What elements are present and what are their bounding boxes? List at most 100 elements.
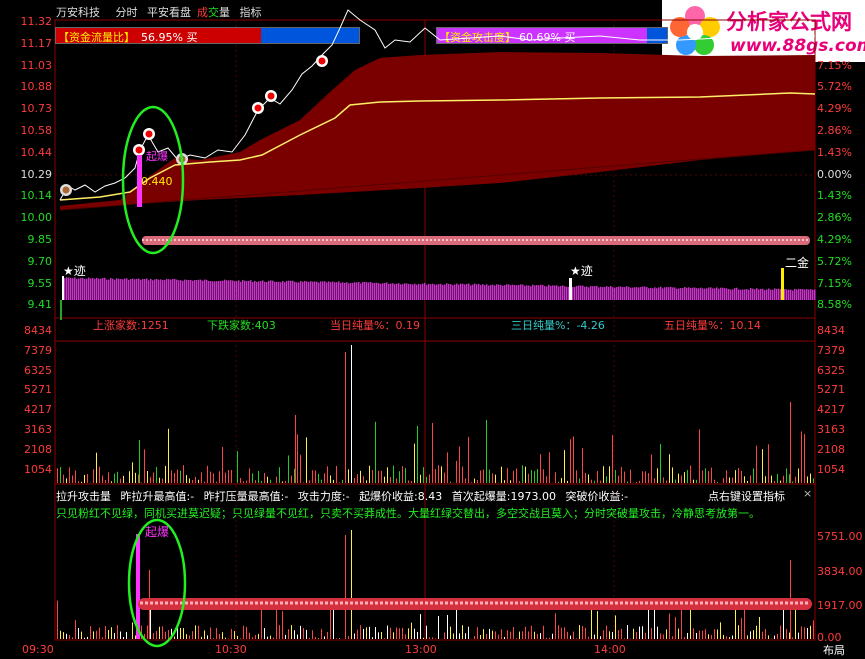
indicator-bar xyxy=(309,637,310,639)
indicator-burst-label: 起爆 xyxy=(145,525,170,539)
indicator-bar xyxy=(687,632,688,639)
indicator-bar xyxy=(651,628,652,639)
indicator-bar xyxy=(99,627,100,639)
indicator-bar xyxy=(594,634,595,639)
indicator-bar xyxy=(339,638,340,639)
indicator-bar xyxy=(660,633,661,639)
indicator-bar xyxy=(327,631,328,639)
indicator-bar xyxy=(516,638,517,639)
indicator-bar xyxy=(672,636,673,639)
indicator-bar xyxy=(201,636,202,639)
indicator-bar xyxy=(249,632,250,639)
indicator-bar xyxy=(237,635,238,639)
indicator-bar xyxy=(84,637,85,639)
indicator-bar xyxy=(255,634,256,639)
indicator-bar xyxy=(162,626,163,639)
indicator-bar xyxy=(738,625,739,639)
indicator-bar xyxy=(666,629,667,639)
indicator-bar xyxy=(111,627,112,639)
indicator-bar xyxy=(246,626,247,639)
indicator-bar xyxy=(480,634,481,639)
indicator-bar xyxy=(453,633,454,639)
indicator-bar xyxy=(135,635,136,639)
indicator-bar xyxy=(705,629,706,639)
indicator-bar xyxy=(609,631,610,639)
indicator-bar xyxy=(807,627,808,639)
indicator-bar xyxy=(495,631,496,639)
indicator-bar xyxy=(450,626,451,639)
indicator-bar xyxy=(723,634,724,639)
indicator-bar xyxy=(642,626,643,639)
indicator-bar xyxy=(678,628,679,639)
indicator-bar xyxy=(231,628,232,639)
indicator-bar xyxy=(333,606,334,639)
indicator-bar xyxy=(336,638,337,639)
indicator-bar xyxy=(534,631,535,639)
indicator-bar xyxy=(126,631,127,639)
indicator-bar xyxy=(396,627,397,639)
indicator-bar xyxy=(399,628,400,639)
indicator-axis-tick: 5751.00 xyxy=(817,530,863,543)
indicator-bar xyxy=(219,633,220,639)
indicator-bar xyxy=(156,630,157,639)
indicator-bar xyxy=(702,630,703,639)
indicator-bar xyxy=(222,632,223,639)
indicator-bar xyxy=(180,627,181,639)
indicator-bar xyxy=(633,628,634,639)
indicator-bar xyxy=(123,636,124,639)
indicator-bar xyxy=(195,625,196,639)
indicator-bar xyxy=(105,626,106,639)
indicator-bar xyxy=(423,637,424,639)
indicator-bar xyxy=(555,613,556,639)
indicator-bar xyxy=(798,632,799,639)
indicator-bar xyxy=(663,634,664,639)
indicator-bar xyxy=(258,633,259,639)
indicator-bar xyxy=(186,634,187,639)
indicator-bar xyxy=(531,625,532,639)
indicator-bar xyxy=(747,635,748,639)
indicator-bar xyxy=(675,617,676,639)
indicator-bar xyxy=(297,634,298,639)
indicator-bar xyxy=(711,634,712,639)
indicator-bar xyxy=(69,635,70,639)
indicator-bar xyxy=(510,631,511,639)
indicator-bar xyxy=(732,635,733,639)
indicator-bar xyxy=(90,626,91,639)
indicator-bar xyxy=(216,628,217,639)
indicator-bar xyxy=(540,633,541,639)
indicator-bar xyxy=(318,638,319,639)
time-1300: 13:00 xyxy=(405,643,437,656)
indicator-axis-tick: 1917.00 xyxy=(817,599,863,612)
indicator-bar xyxy=(699,630,700,639)
indicator-bar xyxy=(183,628,184,639)
indicator-bar xyxy=(165,631,166,639)
indicator-bar xyxy=(477,627,478,639)
indicator-bar xyxy=(204,630,205,639)
indicator-bar xyxy=(570,635,571,639)
indicator-bar xyxy=(708,634,709,639)
time-1030: 10:30 xyxy=(215,643,247,656)
indicator-bar xyxy=(96,630,97,639)
indicator-bar xyxy=(363,628,364,639)
indicator-bar xyxy=(780,625,781,639)
indicator-bar xyxy=(411,622,412,639)
indicator-bar xyxy=(504,636,505,639)
indicator-bar xyxy=(684,636,685,639)
indicator-bar xyxy=(57,600,58,639)
indicator-bar xyxy=(276,607,277,639)
indicator-bar xyxy=(369,626,370,639)
indicator-bar xyxy=(168,629,169,639)
time-0930: 09:30 xyxy=(22,643,54,656)
indicator-bar xyxy=(63,632,64,639)
indicator-bar xyxy=(315,636,316,639)
indicator-bar xyxy=(270,635,271,639)
indicator-bar xyxy=(207,635,208,639)
indicator-bar xyxy=(375,627,376,639)
indicator-bar xyxy=(618,630,619,639)
indicator-bar xyxy=(345,535,346,639)
indicator-bar xyxy=(465,633,466,639)
layout-button[interactable]: 布局 xyxy=(823,642,845,658)
indicator-bar xyxy=(81,631,82,639)
indicator-bar xyxy=(273,637,274,639)
indicator-bar xyxy=(483,629,484,639)
